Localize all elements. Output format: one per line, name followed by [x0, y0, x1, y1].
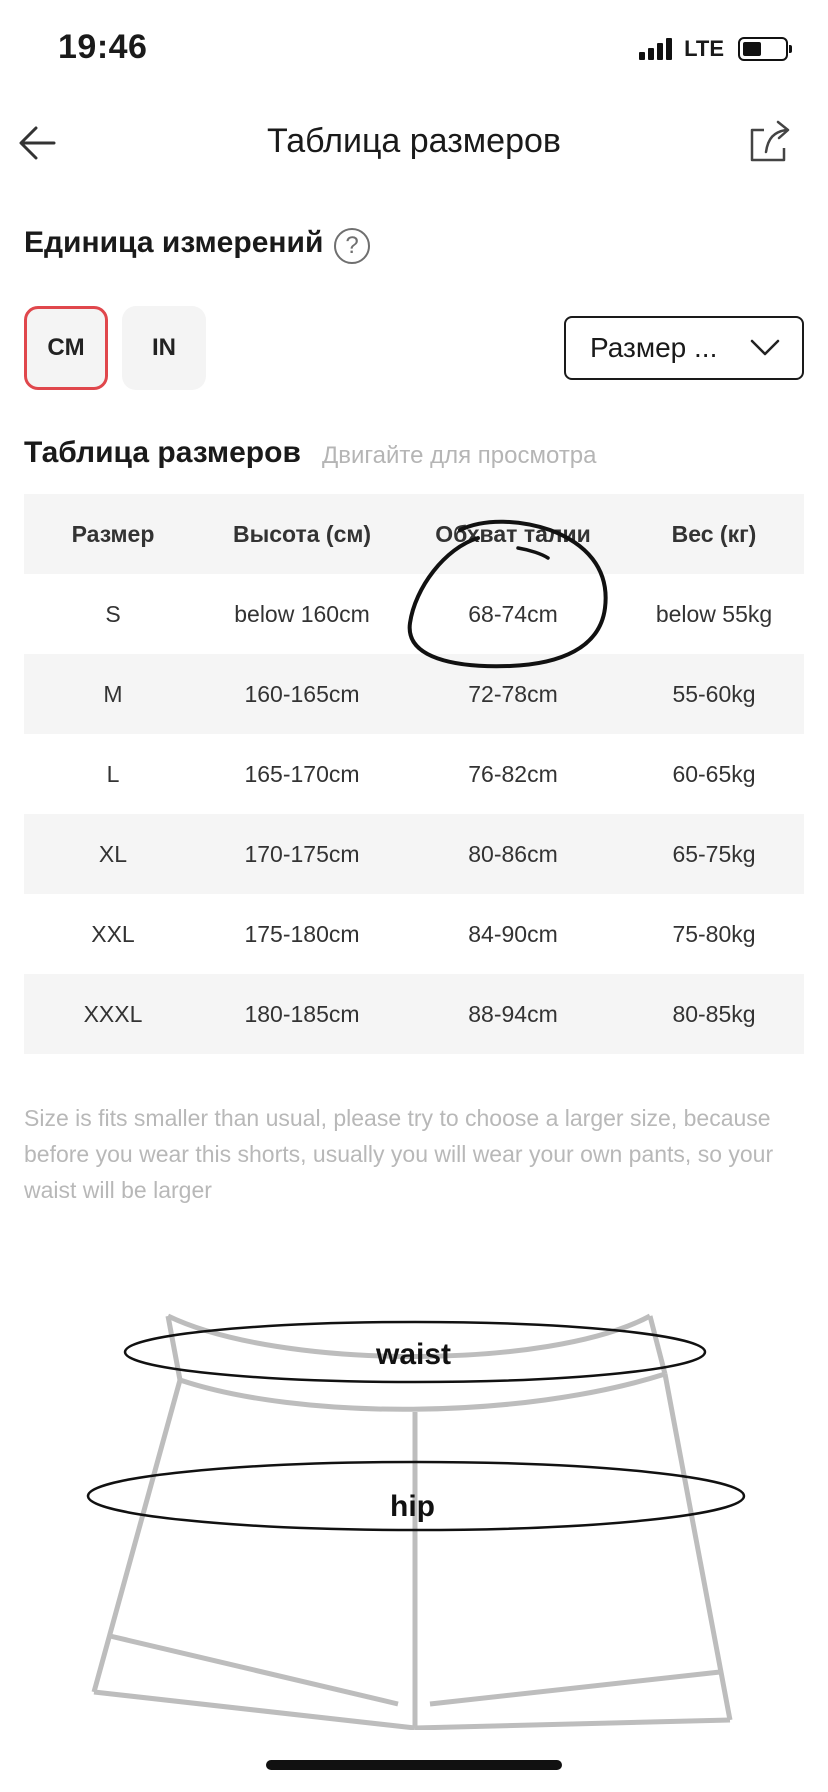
table-header-row: Размер Высота (см) Обхват талии Вес (кг)	[24, 494, 804, 574]
table-cell: below 55kg	[655, 600, 773, 627]
table-cell: 165-170cm	[244, 760, 360, 787]
table-row: XL 170-175cm 80-86cm 65-75kg	[24, 814, 804, 894]
table-cell: M	[24, 654, 202, 734]
status-time: 19:46	[58, 28, 148, 66]
table-cell: XXXL	[24, 974, 202, 1054]
column-header: Высота (см)	[202, 494, 402, 574]
size-table-heading: Таблица размеров	[24, 436, 301, 469]
swipe-hint: Двигайте для просмотра	[322, 442, 597, 469]
size-dropdown-label: Размер ...	[590, 332, 718, 363]
size-table: Размер Высота (см) Обхват талии Вес (кг)…	[24, 494, 804, 1054]
table-row: S below 160cm 68-74cm below 55kg	[24, 574, 804, 654]
table-cell: 75-80kg	[672, 920, 756, 947]
table-cell: 80-86cm	[402, 814, 624, 894]
share-button[interactable]	[744, 116, 794, 168]
table-cell: 170-175cm	[202, 814, 402, 894]
table-cell: 72-78cm	[402, 654, 624, 734]
status-indicators: LTE	[639, 36, 792, 62]
table-cell: 65-75kg	[624, 814, 804, 894]
table-cell: 60-65kg	[672, 760, 756, 787]
home-indicator	[266, 1760, 562, 1770]
table-row: L 165-170cm 76-82cm 60-65kg	[24, 734, 804, 814]
table-row: XXXL 180-185cm 88-94cm 80-85kg	[24, 974, 804, 1054]
table-cell: S	[105, 600, 121, 627]
unit-in-button[interactable]: IN	[122, 306, 206, 390]
help-icon[interactable]: ?	[334, 228, 370, 264]
network-type: LTE	[684, 36, 724, 61]
page-title: Таблица размеров	[267, 122, 561, 160]
column-header: Обхват талии	[402, 494, 624, 574]
unit-cm-button[interactable]: CM	[24, 306, 108, 390]
table-cell: 84-90cm	[468, 920, 558, 947]
table-cell: 68-74cm	[468, 600, 558, 627]
status-bar: 19:46 LTE	[0, 0, 828, 100]
column-header: Размер	[24, 494, 202, 574]
table-cell: 175-180cm	[244, 920, 360, 947]
share-icon	[750, 120, 790, 162]
table-cell: XL	[24, 814, 202, 894]
table-row: M 160-165cm 72-78cm 55-60kg	[24, 654, 804, 734]
unit-heading: Единица измерений	[24, 226, 324, 259]
table-cell: 80-85kg	[624, 974, 804, 1054]
size-dropdown[interactable]: Размер ...	[564, 316, 804, 380]
table-cell: L	[106, 760, 120, 787]
chevron-down-icon	[750, 339, 780, 356]
hip-label: hip	[390, 1490, 435, 1523]
size-note: Size is fits smaller than usual, please …	[24, 1105, 774, 1203]
table-cell: 76-82cm	[468, 760, 558, 787]
table-cell: XXL	[91, 920, 135, 947]
table-cell: below 160cm	[234, 600, 370, 627]
table-cell: 180-185cm	[202, 974, 402, 1054]
signal-icon	[639, 38, 673, 60]
table-cell: 55-60kg	[624, 654, 804, 734]
battery-icon	[738, 37, 792, 61]
table-cell: 160-165cm	[202, 654, 402, 734]
table-cell: 88-94cm	[402, 974, 624, 1054]
column-header: Вес (кг)	[624, 494, 804, 574]
table-row: XXL 175-180cm 84-90cm 75-80kg	[24, 894, 804, 974]
waist-label: waist	[376, 1338, 452, 1371]
nav-bar: Таблица размеров	[0, 100, 828, 186]
